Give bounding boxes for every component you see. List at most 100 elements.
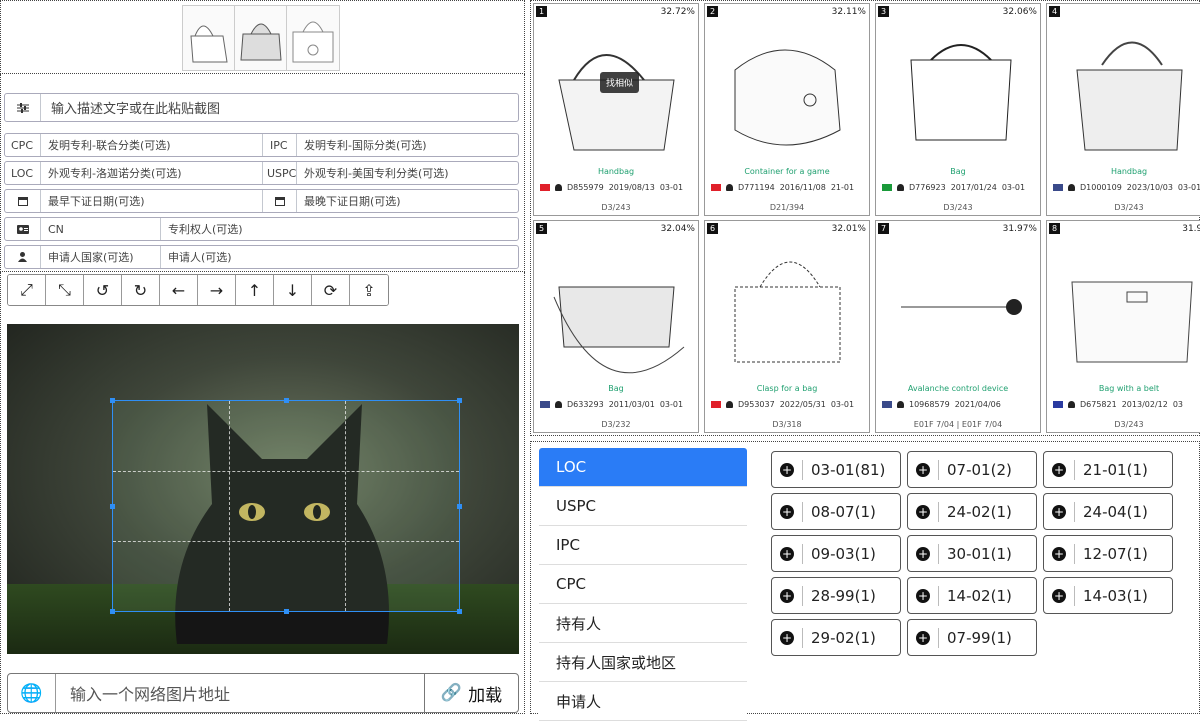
class-code: D21/394 (769, 203, 805, 212)
result-rank: 2 (707, 6, 719, 17)
arrow-down-icon[interactable]: ↓ (274, 275, 312, 305)
crop-handle[interactable] (457, 504, 462, 509)
patent-number[interactable]: D855979 (567, 183, 604, 192)
result-title[interactable]: Handbag (1047, 167, 1200, 176)
result-title[interactable]: Bag (876, 167, 1040, 176)
arrow-left-icon[interactable]: ← (160, 275, 198, 305)
classification-chip[interactable]: +14-02(1) (907, 577, 1037, 614)
description-input[interactable]: 输入描述文字或在此粘贴截图 (41, 94, 220, 121)
crop-handle[interactable] (110, 609, 115, 614)
user-icon (555, 401, 562, 408)
tab-4[interactable]: 持有人 (539, 604, 747, 643)
patentee-input[interactable]: 专利权人(可选) (161, 218, 518, 240)
sliders-icon[interactable] (5, 94, 41, 121)
flag-icon (882, 184, 892, 191)
image-url-input[interactable]: 输入一个网络图片地址 (56, 681, 424, 705)
result-title[interactable]: Bag (534, 384, 698, 393)
upload-icon[interactable]: ⇪ (350, 275, 388, 305)
result-card[interactable]: 4 Handbag D1000109 2023/10/03 03-01 D3/243 (1046, 3, 1200, 216)
result-title[interactable]: Container for a game (705, 167, 869, 176)
tab-5[interactable]: 持有人国家或地区 (539, 643, 747, 682)
result-title[interactable]: Clasp for a bag (705, 384, 869, 393)
result-score: 32.11% (831, 7, 866, 17)
result-title[interactable]: Bag with a belt (1047, 384, 1200, 393)
result-card[interactable]: 3 32.06% Bag D776923 2017/01/24 03-01 D3/243 (875, 3, 1041, 216)
loc-input[interactable]: 外观专利-洛迦诺分类(可选) (41, 162, 263, 184)
reset-icon[interactable]: ⟳ (312, 275, 350, 305)
date-to-input[interactable]: 最晚下证日期(可选) (297, 190, 518, 212)
applicant-country-input[interactable]: 申请人国家(可选) (41, 246, 161, 268)
query-thumb[interactable] (287, 6, 339, 70)
arrow-right-icon[interactable]: → (198, 275, 236, 305)
cat-photo[interactable] (7, 324, 519, 654)
result-card[interactable]: 6 32.01% Clasp for a bag D953037 2022/05/31 0… (704, 220, 870, 433)
plus-icon: + (1052, 504, 1066, 519)
tab-0[interactable]: LOC (539, 448, 747, 487)
classification-chip[interactable]: +12-07(1) (1043, 535, 1173, 572)
flag-icon (540, 184, 550, 191)
ipc-input[interactable]: 发明专利-国际分类(可选) (297, 134, 518, 156)
patent-number[interactable]: 10968579 (909, 400, 950, 409)
result-rank: 1 (536, 6, 548, 17)
classification-chip[interactable]: +14-03(1) (1043, 577, 1173, 614)
classification-chip[interactable]: +21-01(1) (1043, 451, 1173, 488)
classification-chip[interactable]: +29-02(1) (771, 619, 901, 656)
user-icon (1068, 184, 1075, 191)
tab-6[interactable]: 申请人 (539, 682, 747, 721)
crop-handle[interactable] (457, 609, 462, 614)
compress-icon[interactable]: ⤡ (46, 275, 84, 305)
uspc-input[interactable]: 外观专利-美国专利分类(可选) (297, 162, 518, 184)
patent-number[interactable]: D776923 (909, 183, 946, 192)
cpc-input[interactable]: 发明专利-联合分类(可选) (41, 134, 263, 156)
flag-icon (1053, 401, 1063, 408)
query-thumb[interactable] (235, 6, 287, 70)
result-card[interactable]: 2 32.11% Container for a game D771194 2016/1… (704, 3, 870, 216)
chip-label: 24-02(1) (947, 502, 1012, 521)
crop-handle[interactable] (457, 398, 462, 403)
result-card[interactable]: 1 32.72% 找相似 Handbag D855979 2019/08/13 03-01 D… (533, 3, 699, 216)
applicant-input[interactable]: 申请人(可选) (161, 246, 518, 268)
classification-chip[interactable]: +07-01(2) (907, 451, 1037, 488)
patent-number[interactable]: D1000109 (1080, 183, 1122, 192)
result-card[interactable]: 8 31.96 Bag with a belt D675821 2013/02/12 03… (1046, 220, 1200, 433)
patent-number[interactable]: D633293 (567, 400, 604, 409)
date-row: 最早下证日期(可选) 最晚下证日期(可选) (4, 189, 519, 213)
grant-date: 2017/01/24 (950, 183, 997, 192)
tab-3[interactable]: CPC (539, 565, 747, 604)
description-search-field[interactable]: 输入描述文字或在此粘贴截图 (4, 93, 519, 122)
patent-number[interactable]: D771194 (738, 183, 775, 192)
expand-icon[interactable]: ⤢ (8, 275, 46, 305)
arrow-up-icon[interactable]: ↑ (236, 275, 274, 305)
query-thumb[interactable] (183, 6, 235, 70)
find-similar-button[interactable]: 找相似 (600, 72, 640, 93)
classification-chip[interactable]: +07-99(1) (907, 619, 1037, 656)
rotate-right-icon[interactable]: ↻ (122, 275, 160, 305)
crop-handle[interactable] (110, 398, 115, 403)
classification-chip[interactable]: +08-07(1) (771, 493, 901, 530)
country-code-input[interactable]: CN (41, 218, 161, 240)
date-from-input[interactable]: 最早下证日期(可选) (41, 190, 263, 212)
crop-handle[interactable] (284, 609, 289, 614)
classification-chip[interactable]: +28-99(1) (771, 577, 901, 614)
tab-1[interactable]: USPC (539, 487, 747, 526)
classification-chip[interactable]: +09-03(1) (771, 535, 901, 572)
image-editor: ⤢ ⤡ ↺ ↻ ← → ↑ ↓ ⟳ ⇪ 🌐 输入一个网络图片地址 🔗 加载 (0, 272, 525, 714)
result-title[interactable]: Avalanche control device (876, 384, 1040, 393)
classification-chip[interactable]: +24-04(1) (1043, 493, 1173, 530)
filter-form: 输入描述文字或在此粘贴截图 CPC 发明专利-联合分类(可选) IPC 发明专利… (0, 74, 525, 272)
rotate-left-icon[interactable]: ↺ (84, 275, 122, 305)
classification-chip[interactable]: +24-02(1) (907, 493, 1037, 530)
load-button[interactable]: 🔗 加载 (424, 674, 518, 712)
crop-handle[interactable] (110, 504, 115, 509)
classification-chip[interactable]: +03-01(81) (771, 451, 901, 488)
tab-2[interactable]: IPC (539, 526, 747, 565)
result-title[interactable]: Handbag (534, 167, 698, 176)
crop-handle[interactable] (284, 398, 289, 403)
patent-number[interactable]: D953037 (738, 400, 775, 409)
result-card[interactable]: 5 32.04% Bag D633293 2011/03/01 03-01 D3/232 (533, 220, 699, 433)
patent-number[interactable]: D675821 (1080, 400, 1117, 409)
result-rank: 8 (1049, 223, 1061, 234)
result-card[interactable]: 7 31.97% Avalanche control device 10968579 2… (875, 220, 1041, 433)
classification-chip[interactable]: +30-01(1) (907, 535, 1037, 572)
crop-box[interactable] (110, 398, 462, 614)
